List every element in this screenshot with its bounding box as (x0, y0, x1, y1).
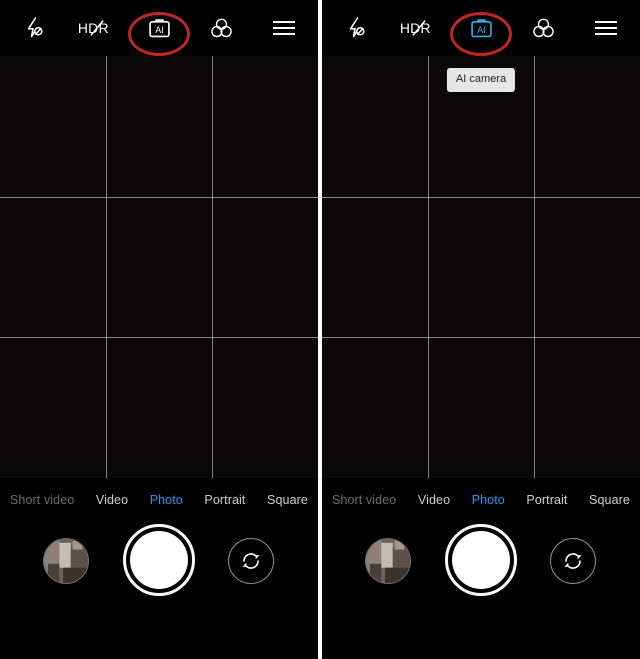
filters-icon (533, 18, 554, 38)
grid-line-vertical-1 (427, 56, 429, 478)
gallery-preview-image (44, 539, 88, 583)
mode-portrait[interactable]: Portrait (522, 491, 571, 509)
svg-text:AI: AI (477, 24, 486, 34)
mode-square[interactable]: Square (263, 491, 312, 509)
grid-line-horizontal-2 (322, 337, 640, 339)
svg-text:HDR: HDR (77, 20, 108, 36)
camera-controls (0, 524, 318, 620)
camera-viewfinder[interactable] (0, 56, 318, 478)
more-settings-button[interactable] (264, 11, 304, 45)
mode-photo[interactable]: Photo (468, 491, 509, 509)
filters-button[interactable] (524, 11, 564, 45)
screenshot-root: HDR AI Short video Video Photo Portrait … (0, 0, 640, 659)
ai-camera-toggle-button[interactable]: AI (139, 11, 179, 45)
mode-short-video[interactable]: Short video (6, 491, 78, 509)
camera-flip-icon (242, 553, 260, 569)
gallery-thumbnail[interactable] (365, 538, 411, 584)
mode-video[interactable]: Video (414, 491, 454, 509)
svg-text:HDR: HDR (399, 20, 430, 36)
hdr-off-icon: HDR (77, 20, 108, 36)
camera-toolbar: HDR AI (0, 0, 318, 56)
shutter-inner (452, 531, 510, 589)
grid-line-horizontal-2 (0, 337, 318, 339)
grid-line-horizontal-1 (0, 196, 318, 198)
hdr-toggle-button[interactable]: HDR (77, 11, 117, 45)
gallery-preview-image (366, 539, 410, 583)
phone-screen-right: HDR AI AI camera Short video Video Photo… (322, 0, 640, 659)
mode-selector: Short video Video Photo Portrait Square (322, 486, 640, 514)
gallery-thumbnail[interactable] (43, 538, 89, 584)
mode-selector: Short video Video Photo Portrait Square (0, 486, 318, 514)
flash-toggle-button[interactable] (336, 11, 376, 45)
camera-flip-icon (564, 553, 582, 569)
flash-off-icon (349, 17, 365, 38)
mode-photo[interactable]: Photo (146, 491, 187, 509)
camera-viewfinder[interactable] (322, 56, 640, 478)
mode-portrait[interactable]: Portrait (200, 491, 249, 509)
hdr-toggle-button[interactable]: HDR (399, 11, 439, 45)
more-settings-button[interactable] (586, 11, 626, 45)
grid-line-vertical-2 (533, 56, 535, 478)
shutter-button[interactable] (445, 524, 517, 596)
camera-flip-button[interactable] (550, 538, 596, 584)
camera-flip-button[interactable] (228, 538, 274, 584)
hamburger-menu-icon (595, 21, 617, 35)
camera-controls (322, 524, 640, 620)
mode-video[interactable]: Video (92, 491, 132, 509)
ai-camera-icon: AI (148, 18, 170, 37)
mode-square[interactable]: Square (585, 491, 634, 509)
flash-toggle-button[interactable] (14, 11, 54, 45)
grid-line-vertical-2 (211, 56, 213, 478)
hamburger-menu-icon (273, 21, 295, 35)
ai-camera-tooltip: AI camera (446, 68, 516, 92)
ai-camera-icon-active: AI (470, 18, 492, 37)
camera-toolbar: HDR AI (322, 0, 640, 56)
shutter-button[interactable] (123, 524, 195, 596)
phone-screen-left: HDR AI Short video Video Photo Portrait … (0, 0, 318, 659)
filters-icon (211, 18, 232, 38)
grid-line-horizontal-1 (322, 196, 640, 198)
ai-camera-toggle-button[interactable]: AI (461, 11, 501, 45)
flash-off-icon (27, 17, 43, 38)
grid-line-vertical-1 (105, 56, 107, 478)
mode-short-video[interactable]: Short video (328, 491, 400, 509)
filters-button[interactable] (202, 11, 242, 45)
shutter-inner (130, 531, 188, 589)
svg-text:AI: AI (155, 24, 164, 34)
hdr-off-icon: HDR (399, 20, 430, 36)
